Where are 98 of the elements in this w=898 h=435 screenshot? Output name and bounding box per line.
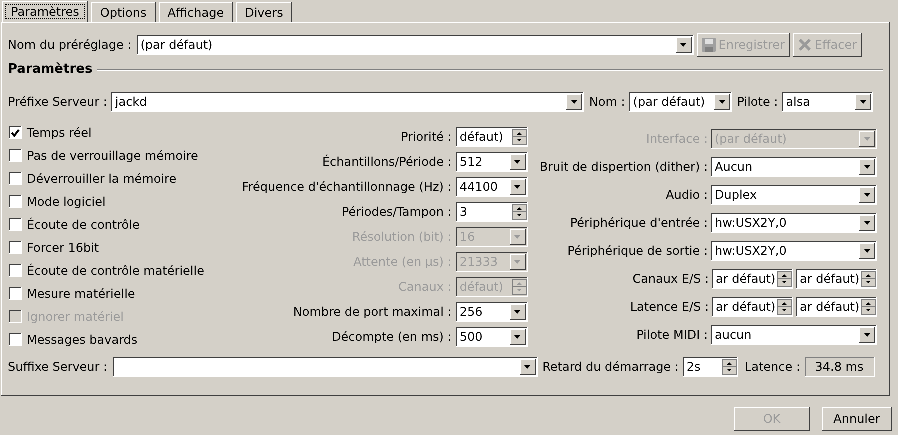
driver-dropdown[interactable]: alsa — [782, 92, 874, 112]
latency-value: 34.8 ms — [804, 357, 874, 377]
checkbox[interactable] — [9, 149, 22, 162]
spin-arrows-icon — [777, 271, 792, 287]
spin-box[interactable]: ar défaut) — [796, 297, 877, 317]
caret-icon — [514, 334, 522, 338]
field-label: Suffixe Serveur : — [8, 359, 108, 376]
preset-dropdown[interactable]: (par défaut) — [136, 35, 694, 55]
tab[interactable]: Options — [91, 2, 156, 22]
caret-icon — [864, 137, 870, 141]
checkbox[interactable] — [9, 218, 22, 231]
tab[interactable]: Paramètres — [2, 1, 88, 22]
checkbox-label: Mode logiciel — [27, 194, 106, 210]
caret-icon — [864, 221, 870, 225]
spin-box[interactable]: ar défaut) — [712, 297, 793, 317]
field-label: Latence : — [744, 359, 800, 376]
checkbox-label: Écoute de contrôle matérielle — [27, 262, 204, 280]
caret-icon — [718, 100, 726, 104]
checkbox-label: Écoute de contrôle — [27, 216, 140, 234]
checkmark-icon — [11, 128, 20, 136]
caret-icon — [864, 165, 870, 169]
checkbox[interactable] — [9, 126, 22, 139]
field-label: Périphérique de sortie : — [568, 243, 708, 260]
tab[interactable]: Divers — [236, 2, 292, 22]
caret-icon — [864, 333, 870, 337]
field-label: Résolution (bit) : — [352, 228, 452, 246]
spin-arrows-icon — [861, 299, 876, 315]
checkbox-label: Ignorer matériel — [27, 308, 124, 326]
name-dropdown[interactable]: (par défaut) — [629, 92, 732, 112]
spin-arrows-icon — [861, 271, 876, 287]
server-suffix-dropdown[interactable] — [112, 357, 538, 377]
field-label: Périphérique d'entrée : — [570, 215, 708, 232]
caret-icon — [514, 234, 522, 238]
checkbox[interactable] — [9, 333, 22, 346]
caret-icon — [570, 100, 578, 104]
field-label: Attente (en µs) : — [354, 254, 452, 270]
dropdown[interactable]: 512 — [456, 152, 528, 172]
dropdown[interactable]: hw:USX2Y,0 — [711, 241, 877, 261]
dropdown[interactable]: 500 — [456, 326, 528, 346]
dropdown[interactable]: 44100 — [456, 176, 528, 196]
checkbox-label: Messages bavards — [27, 332, 138, 348]
field-label: Audio : — [666, 187, 708, 204]
dropdown[interactable]: aucun — [711, 325, 877, 345]
x-icon — [798, 38, 812, 52]
field-label: Préfixe Serveur : — [8, 94, 108, 111]
caret-icon — [514, 260, 522, 264]
group-title: Paramètres — [8, 61, 93, 80]
field-label: Bruit de dispertion (dither) : — [540, 159, 708, 176]
checkbox-label: Forcer 16bit — [27, 240, 100, 256]
checkbox[interactable] — [9, 241, 22, 254]
caret-icon — [514, 160, 522, 164]
field-label: Retard du démarrage : — [542, 359, 679, 376]
spin-arrows-icon — [512, 278, 527, 294]
field-label: Canaux E/S : — [632, 271, 709, 288]
spin-arrows-icon — [722, 359, 737, 375]
field-label: Nom : — [589, 94, 626, 111]
field-label: Pilote MIDI : — [636, 327, 708, 344]
dropdown[interactable]: Aucun — [711, 157, 877, 177]
caret-icon — [864, 193, 870, 197]
field-label: Périodes/Tampon : — [342, 204, 452, 220]
dialog-button[interactable]: Annuler — [822, 407, 892, 431]
field-label: Échantillons/Période : — [322, 154, 452, 170]
dropdown[interactable]: hw:USX2Y,0 — [711, 213, 877, 233]
spin-box[interactable]: ar défaut) — [796, 269, 877, 289]
spin-box[interactable]: défaut) — [456, 126, 528, 146]
spin-box[interactable]: 2s — [682, 357, 738, 377]
field-label: Nombre de port maximal : — [293, 304, 452, 320]
spin-box[interactable]: ar défaut) — [712, 269, 793, 289]
field-label: Nom du préréglage : — [8, 37, 132, 54]
spin-arrows-icon — [512, 128, 527, 144]
dropdown[interactable]: Duplex — [711, 185, 877, 205]
server-prefix-dropdown[interactable]: jackd — [111, 92, 584, 112]
caret-icon — [514, 184, 522, 188]
caret-icon — [864, 249, 870, 253]
field-label: Pilote : — [737, 94, 778, 111]
checkbox[interactable] — [9, 264, 22, 277]
caret-icon — [514, 310, 522, 314]
field-label: Interface : — [646, 131, 708, 148]
spin-arrows-icon — [512, 204, 527, 220]
checkbox-label: Temps réel — [27, 124, 92, 142]
field-label: Priorité : — [400, 128, 452, 146]
dropdown[interactable]: 256 — [456, 302, 528, 322]
field-label: Fréquence d'échantillonnage (Hz) : — [242, 178, 452, 196]
spin-box[interactable]: 3 — [456, 202, 528, 222]
spin-arrows-icon — [777, 299, 792, 315]
caret-icon — [860, 100, 867, 104]
checkbox-label: Pas de verrouillage mémoire — [27, 148, 198, 164]
checkbox-label: Déverrouiller la mémoire — [27, 170, 177, 188]
caret-icon — [680, 43, 688, 47]
field-label: Décompte (en ms) : — [332, 328, 452, 346]
checkbox-label: Mesure matérielle — [27, 286, 136, 302]
field-label: Latence E/S : — [630, 299, 709, 316]
tab[interactable]: Affichage — [158, 2, 234, 22]
checkbox[interactable] — [9, 172, 22, 185]
field-label: Canaux : — [398, 278, 452, 296]
caret-icon — [524, 365, 532, 369]
checkbox[interactable] — [9, 195, 22, 208]
checkbox[interactable] — [9, 287, 22, 300]
